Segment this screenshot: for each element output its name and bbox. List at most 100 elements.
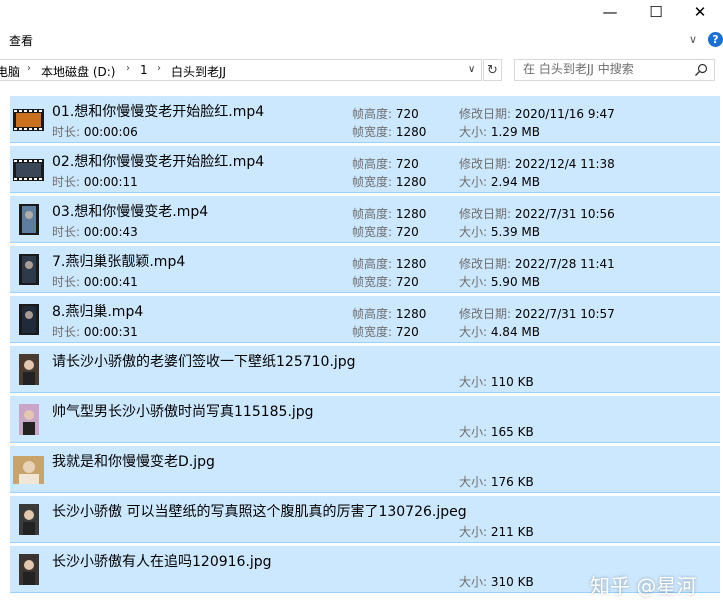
file-row[interactable]: 8.燕归巢.mp4 时长: 00:00:31 帧高度: 1280 帧宽度: 720 修改…	[10, 296, 720, 343]
video-thumbnail-icon	[13, 154, 44, 185]
file-size-label: 大小:	[459, 275, 491, 289]
file-size-value: 211 KB	[490, 525, 534, 539]
file-size-value: 1.29 MB	[490, 125, 540, 139]
file-modified-date-label: 修改日期:	[459, 207, 515, 221]
file-frame-height-label: 帧高度:	[352, 207, 396, 221]
image-thumbnail-icon	[13, 454, 44, 485]
address-row: 电脑 › 本地磁盘 (D:) › 1 › 白头到老JJ ∨ ↻	[0, 56, 723, 86]
file-size: 大小: 5.39 MB	[459, 223, 540, 240]
file-modified-date-value: 2020/11/16 9:47	[514, 107, 615, 121]
image-thumbnail-icon	[13, 504, 44, 535]
breadcrumb-drive[interactable]: 本地磁盘 (D:)	[41, 63, 115, 80]
refresh-button[interactable]: ↻	[483, 59, 502, 81]
file-duration-value: 00:00:06	[83, 125, 138, 139]
file-frame-width: 帧宽度: 1280	[352, 123, 426, 140]
file-duration-label: 时长:	[52, 225, 84, 239]
breadcrumb-separator[interactable]: ›	[27, 63, 31, 74]
file-size-label: 大小:	[459, 425, 491, 439]
file-size-value: 5.90 MB	[490, 275, 540, 289]
watermark-text: 知乎 @星河	[590, 574, 697, 598]
ribbon-expand-icon[interactable]: ∨	[689, 33, 697, 46]
file-row[interactable]: 帅气型男长沙小骄傲时尚写真115185.jpg 大小: 165 KB	[10, 396, 720, 443]
file-frame-height-label: 帧高度:	[352, 257, 396, 271]
file-size-value: 5.39 MB	[490, 225, 540, 239]
file-frame-height: 帧高度: 1280	[352, 305, 426, 322]
file-frame-width-label: 帧宽度:	[352, 325, 396, 339]
file-row[interactable]: 请长沙小骄傲的老婆们签收一下壁纸125710.jpg 大小: 110 KB	[10, 346, 720, 393]
file-modified-date-label: 修改日期:	[459, 157, 515, 171]
file-row[interactable]: 7.燕归巢张靓颖.mp4 时长: 00:00:41 帧高度: 1280 帧宽度: 72…	[10, 246, 720, 293]
file-size: 大小: 2.94 MB	[459, 173, 540, 190]
file-modified-date-label: 修改日期:	[459, 257, 515, 271]
file-duration-value: 00:00:31	[83, 325, 138, 339]
file-row[interactable]: 我就是和你慢慢变老D.jpg 大小: 176 KB	[10, 446, 720, 493]
ribbon-tab-view[interactable]: 查看	[9, 32, 33, 49]
search-box[interactable]	[514, 59, 715, 81]
help-icon[interactable]: ?	[708, 32, 723, 47]
image-thumbnail-icon	[13, 404, 44, 435]
close-button[interactable]: ✕	[677, 0, 723, 24]
file-size-label: 大小:	[459, 325, 491, 339]
file-size: 大小: 211 KB	[459, 523, 534, 540]
breadcrumb-computer[interactable]: 电脑	[0, 63, 20, 80]
video-thumbnail-icon	[13, 104, 44, 135]
file-modified-date-label: 修改日期:	[459, 107, 515, 121]
address-bar[interactable]: 电脑 › 本地磁盘 (D:) › 1 › 白头到老JJ ∨	[0, 59, 482, 81]
file-frame-width: 帧宽度: 720	[352, 323, 419, 340]
search-icon[interactable]	[694, 63, 708, 77]
file-row[interactable]: 长沙小骄傲 可以当壁纸的写真照这个腹肌真的厉害了130726.jpeg 大小: 2…	[10, 496, 720, 543]
file-size-label: 大小:	[459, 575, 491, 589]
file-modified-date-value: 2022/7/31 10:57	[514, 307, 615, 321]
file-modified-date: 修改日期: 2022/7/31 10:56	[459, 205, 615, 222]
video-thumbnail-icon	[13, 304, 44, 335]
file-size-label: 大小:	[459, 125, 491, 139]
file-frame-width-value: 1280	[395, 125, 427, 139]
file-name: 7.燕归巢张靓颖.mp4	[52, 254, 186, 270]
file-frame-height-value: 1280	[395, 307, 427, 321]
file-frame-height-label: 帧高度:	[352, 107, 396, 121]
image-thumbnail-icon	[13, 354, 44, 385]
file-duration: 时长: 00:00:11	[52, 173, 138, 190]
file-size-value: 110 KB	[490, 375, 534, 389]
file-frame-width: 帧宽度: 720	[352, 223, 419, 240]
file-name: 我就是和你慢慢变老D.jpg	[52, 454, 215, 470]
breadcrumb-separator[interactable]: ›	[157, 63, 161, 74]
file-row[interactable]: 03.想和你慢慢变老.mp4 时长: 00:00:43 帧高度: 1280 帧宽度: …	[10, 196, 720, 243]
file-size-value: 2.94 MB	[490, 175, 540, 189]
file-frame-width: 帧宽度: 1280	[352, 173, 426, 190]
file-duration-value: 00:00:41	[83, 275, 138, 289]
address-history-dropdown-icon[interactable]: ∨	[468, 64, 475, 75]
file-name: 长沙小骄傲有人在追吗120916.jpg	[52, 554, 272, 570]
file-row[interactable]: 01.想和你慢慢变老开始脸红.mp4 时长: 00:00:06 帧高度: 720 帧宽…	[10, 96, 720, 143]
file-size-label: 大小:	[459, 175, 491, 189]
ribbon: 查看 ∨ ?	[0, 24, 723, 57]
file-duration-label: 时长:	[52, 125, 84, 139]
file-list[interactable]: 01.想和你慢慢变老开始脸红.mp4 时长: 00:00:06 帧高度: 720 帧宽…	[0, 86, 723, 613]
file-frame-height-value: 720	[395, 157, 419, 171]
file-name: 02.想和你慢慢变老开始脸红.mp4	[52, 154, 265, 170]
file-size: 大小: 165 KB	[459, 423, 534, 440]
breadcrumb-current-folder[interactable]: 白头到老JJ	[171, 63, 226, 80]
file-duration-value: 00:00:11	[83, 175, 138, 189]
file-modified-date: 修改日期: 2020/11/16 9:47	[459, 105, 615, 122]
file-modified-date-value: 2022/7/31 10:56	[514, 207, 615, 221]
file-frame-width-value: 720	[395, 225, 419, 239]
file-duration: 时长: 00:00:31	[52, 323, 138, 340]
file-modified-date: 修改日期: 2022/12/4 11:38	[459, 155, 615, 172]
minimize-button[interactable]: —	[587, 0, 633, 24]
video-thumbnail-icon	[13, 254, 44, 285]
file-frame-width-value: 720	[395, 325, 419, 339]
file-size: 大小: 1.29 MB	[459, 123, 540, 140]
file-row[interactable]: 02.想和你慢慢变老开始脸红.mp4 时长: 00:00:11 帧高度: 720 帧宽…	[10, 146, 720, 193]
search-input[interactable]	[523, 62, 683, 76]
file-name: 01.想和你慢慢变老开始脸红.mp4	[52, 104, 265, 120]
video-thumbnail-icon	[13, 204, 44, 235]
file-duration-value: 00:00:43	[83, 225, 138, 239]
file-name: 8.燕归巢.mp4	[52, 304, 144, 320]
breadcrumb-separator[interactable]: ›	[126, 63, 130, 74]
maximize-button[interactable]: ☐	[633, 0, 679, 24]
file-size: 大小: 310 KB	[459, 573, 534, 590]
file-duration: 时长: 00:00:41	[52, 273, 138, 290]
breadcrumb-folder-1[interactable]: 1	[140, 63, 148, 77]
file-modified-date: 修改日期: 2022/7/31 10:57	[459, 305, 615, 322]
